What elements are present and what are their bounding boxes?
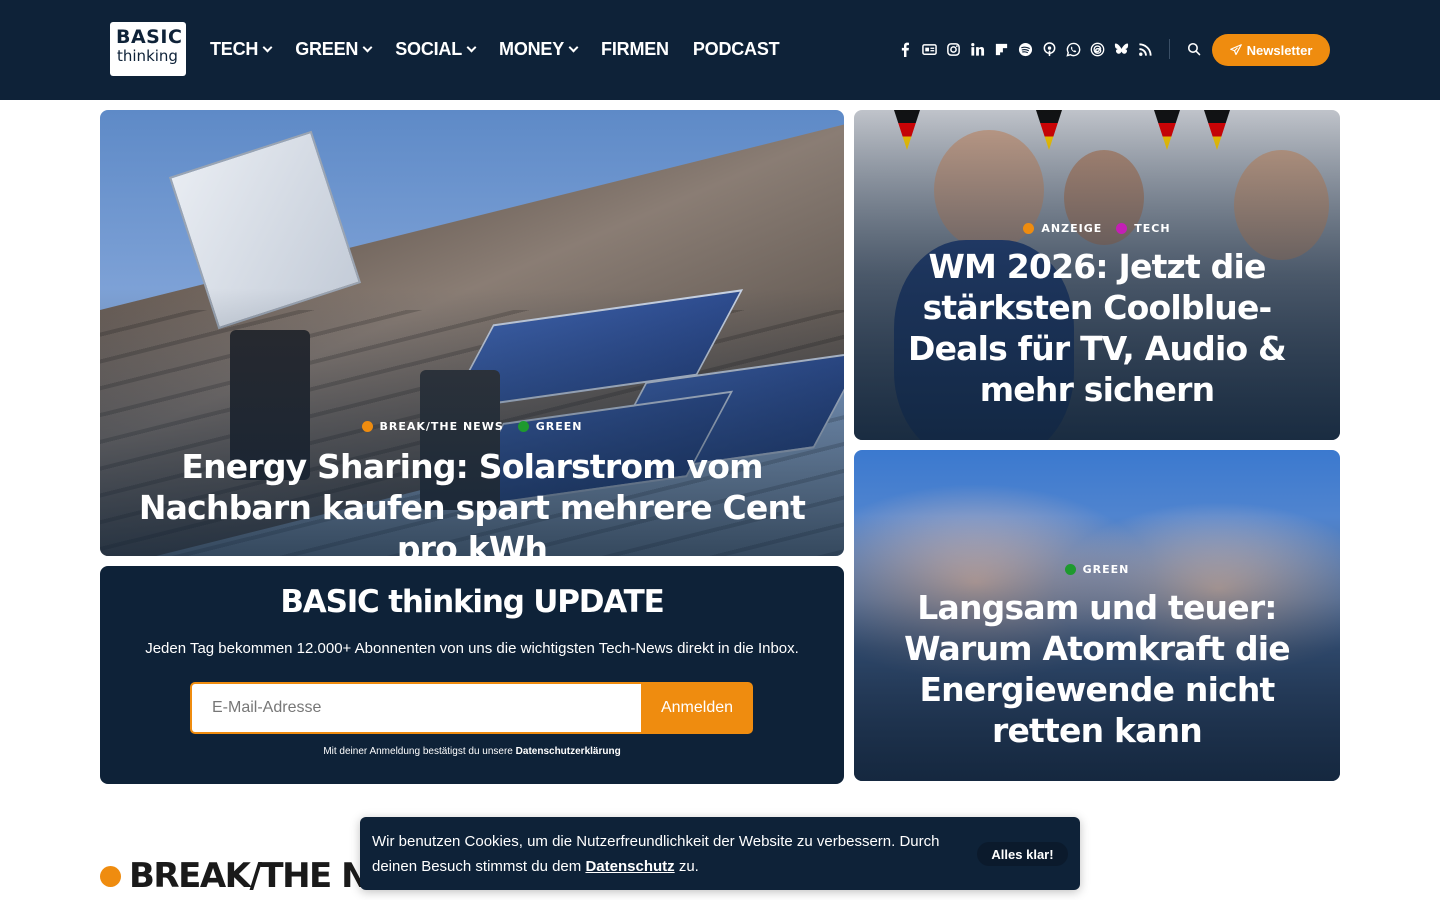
newsletter-button-label: Newsletter: [1246, 42, 1313, 58]
rss-icon[interactable]: [1137, 39, 1153, 59]
tag-label: TECH: [1134, 222, 1171, 235]
tag-dot: [517, 421, 529, 432]
tag-dot: [1116, 223, 1128, 234]
spotify-icon[interactable]: [1017, 39, 1033, 59]
newsletter-signup-box: BASIC thinking UPDATE Jeden Tag bekommen…: [100, 566, 844, 784]
tag-label: ANZEIGE: [1041, 222, 1103, 235]
subscribe-button[interactable]: Anmelden: [641, 682, 753, 734]
tag-green[interactable]: GREEN: [517, 420, 583, 433]
nav-label: PODCAST: [692, 38, 780, 59]
tag-dot: [1064, 564, 1076, 575]
logo-line2: thinking: [117, 47, 178, 65]
article-card-energy-sharing[interactable]: BREAK/THE NEWS GREEN Energy Sharing: Sol…: [100, 110, 844, 556]
newsletter-button[interactable]: Newsletter: [1212, 34, 1330, 66]
chevron-down-icon: [466, 42, 477, 52]
facebook-icon[interactable]: [897, 39, 913, 59]
tag-green[interactable]: GREEN: [1064, 563, 1130, 576]
article-headline[interactable]: Langsam und teuer: Warum Atomkraft die E…: [874, 587, 1320, 751]
logo-line1: BASIC: [116, 26, 183, 48]
nav-label: SOCIAL: [395, 38, 463, 59]
nav-item-social[interactable]: SOCIAL: [395, 36, 477, 62]
header-divider: [1169, 39, 1170, 59]
legal-prefix: Mit deiner Anmeldung bestätigst du unser…: [323, 746, 513, 757]
tag-dot: [361, 421, 373, 432]
site-logo[interactable]: BASIC thinking: [110, 22, 186, 76]
nav-item-tech[interactable]: TECH: [210, 36, 273, 62]
linkedin-icon[interactable]: [969, 39, 985, 59]
nav-label: TECH: [210, 38, 259, 59]
newsletter-legal-note: Mit deiner Anmeldung bestätigst du unser…: [100, 746, 844, 757]
threads-icon[interactable]: [1089, 39, 1105, 59]
chevron-down-icon: [362, 42, 373, 52]
article-card-wm-2026[interactable]: ANZEIGE TECH WM 2026: Jetzt die stärkste…: [854, 110, 1340, 440]
nav-item-firmen[interactable]: FIRMEN: [601, 36, 669, 62]
nav-item-green[interactable]: GREEN: [295, 36, 373, 62]
tag-label: GREEN: [535, 420, 583, 433]
podcast-icon[interactable]: [1041, 39, 1057, 59]
tag-dot: [1023, 223, 1035, 234]
tag-break-the-news[interactable]: BREAK/THE NEWS: [361, 420, 504, 433]
cookie-text-suffix: zu.: [678, 858, 699, 875]
tag-anzeige[interactable]: ANZEIGE: [1023, 222, 1102, 235]
article-headline[interactable]: WM 2026: Jetzt die stärksten Coolblue-De…: [874, 246, 1320, 410]
cookie-banner: Wir benutzen Cookies, um die Nutzerfreun…: [360, 817, 1080, 890]
tag-tech[interactable]: TECH: [1116, 222, 1170, 235]
card-tags: BREAK/THE NEWS GREEN: [100, 420, 844, 433]
tag-label: GREEN: [1082, 563, 1130, 576]
nav-label: FIRMEN: [601, 38, 669, 59]
xing-icon[interactable]: [921, 39, 937, 59]
instagram-icon[interactable]: [945, 39, 961, 59]
nav-label: GREEN: [295, 38, 359, 59]
article-card-atomkraft[interactable]: GREEN Langsam und teuer: Warum Atomkraft…: [854, 450, 1340, 781]
article-headline[interactable]: Energy Sharing: Solarstrom vom Nachbarn …: [120, 446, 824, 556]
privacy-policy-link[interactable]: Datenschutzerklärung: [516, 746, 621, 757]
card-tags: GREEN: [854, 563, 1340, 576]
bluesky-icon[interactable]: [1113, 39, 1129, 59]
search-icon[interactable]: [1184, 39, 1204, 59]
cookie-accept-button[interactable]: Alles klar!: [977, 842, 1068, 866]
tag-label: BREAK/THE NEWS: [379, 420, 504, 433]
nav-label: MONEY: [499, 38, 565, 59]
section-dot: [100, 865, 121, 887]
site-header: BASIC thinking TECH GREEN SOCIAL MONEY F…: [0, 0, 1440, 100]
chevron-down-icon: [262, 42, 273, 52]
flipboard-icon[interactable]: [993, 39, 1009, 59]
whatsapp-icon[interactable]: [1065, 39, 1081, 59]
newsletter-title: BASIC thinking UPDATE: [280, 584, 664, 620]
main-nav: TECH GREEN SOCIAL MONEY FIRMEN PODCAST: [210, 36, 803, 62]
cookie-text: Wir benutzen Cookies, um die Nutzerfreun…: [372, 829, 952, 879]
paper-plane-icon: [1229, 44, 1242, 56]
card-tags: ANZEIGE TECH: [854, 222, 1340, 235]
cookie-privacy-link[interactable]: Datenschutz: [585, 858, 674, 875]
chevron-down-icon: [568, 42, 579, 52]
social-links: [897, 39, 1204, 59]
newsletter-subtitle: Jeden Tag bekommen 12.000+ Abonnenten vo…: [145, 640, 799, 657]
nav-item-podcast[interactable]: PODCAST: [693, 36, 780, 62]
nav-item-money[interactable]: MONEY: [499, 36, 579, 62]
email-input[interactable]: [190, 682, 642, 734]
